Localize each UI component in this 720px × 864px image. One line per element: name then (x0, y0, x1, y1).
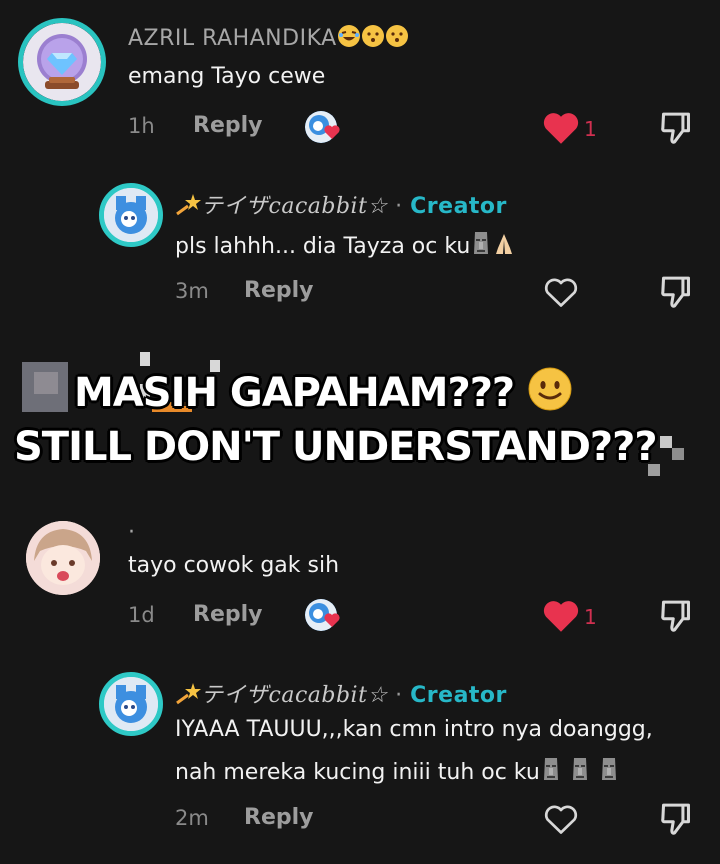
separator-dot: · (395, 194, 403, 219)
separator-dot: · (395, 683, 403, 708)
comment-text-body: nah mereka kucing iniii tuh oc ku (175, 760, 540, 785)
dislike-button[interactable] (659, 598, 693, 638)
dislike-icon (661, 803, 690, 835)
reply-button[interactable]: Reply (244, 805, 314, 830)
creator-badge: Creator (410, 683, 507, 708)
moai-emoji (470, 230, 492, 262)
like-button[interactable] (543, 803, 579, 839)
comment-time: 1h (128, 114, 155, 138)
shooting-star-emoji (175, 681, 201, 711)
comment-text: pls lahhh... dia Tayza oc ku (175, 230, 516, 262)
comment-username[interactable]: テイザcacabbit☆ · Creator (175, 677, 507, 711)
heart-icon (324, 124, 340, 143)
username-text: テイザcacabbit☆ (201, 194, 388, 219)
pixelated-censor (672, 448, 684, 460)
moai-emoji (540, 756, 562, 788)
moai-emoji (569, 756, 591, 788)
comment-text: tayo cowok gak sih (128, 553, 340, 578)
username-text: テイザcacabbit☆ (201, 683, 388, 708)
dislike-button[interactable] (659, 801, 693, 841)
comment-username[interactable]: テイザcacabbit☆ · Creator (175, 188, 507, 222)
creator-avatar-icon (104, 188, 158, 242)
pixelated-censor (140, 352, 150, 366)
pixelated-censor (34, 372, 58, 394)
comment-time: 3m (175, 279, 209, 303)
kissing-emoji (385, 24, 409, 54)
like-button[interactable] (543, 112, 579, 148)
like-count: 1 (584, 605, 597, 629)
shooting-star-emoji (175, 192, 201, 222)
comment-username[interactable]: AZRIL RAHANDIKA (128, 24, 409, 54)
praying-hands-emoji (492, 232, 516, 262)
creator-badge: Creator (410, 194, 507, 219)
comment-text: emang Tayo cewe (128, 64, 326, 89)
overlay-text: MASIH GAPAHAM??? (74, 370, 515, 416)
like-button[interactable] (543, 276, 579, 312)
anime-avatar-icon (26, 521, 100, 595)
reply-button[interactable]: Reply (193, 113, 263, 138)
comment-time: 2m (175, 806, 209, 830)
heart-outline-icon (544, 805, 578, 834)
avatar[interactable] (99, 672, 163, 736)
crystal-ball-avatar-icon (23, 23, 101, 101)
comment-username[interactable]: · (128, 520, 136, 545)
username-text: AZRIL RAHANDIKA (128, 26, 337, 51)
reply-button[interactable]: Reply (193, 602, 263, 627)
kissing-emoji (361, 24, 385, 54)
dislike-icon (661, 600, 690, 632)
dislike-icon (661, 276, 690, 308)
dislike-icon (661, 112, 690, 144)
laughing-emoji (337, 24, 361, 54)
avatar[interactable] (26, 521, 100, 595)
heart-icon (324, 612, 340, 631)
creator-avatar-icon (104, 677, 158, 731)
avatar[interactable] (18, 18, 106, 106)
like-count: 1 (584, 117, 597, 141)
heart-icon (543, 601, 579, 632)
comment-text: IYAAA TAUUU,,,kan cmn intro nya doanggg, (175, 717, 653, 742)
pixelated-censor (660, 436, 672, 448)
dislike-button[interactable] (659, 274, 693, 314)
comment-text: nah mereka kucing iniii tuh oc ku (175, 756, 620, 788)
heart-icon (543, 113, 579, 144)
overlay-caption-line1: MASIH GAPAHAM??? (74, 366, 573, 422)
comment-time: 1d (128, 603, 155, 627)
heart-outline-icon (544, 278, 578, 307)
dislike-button[interactable] (659, 110, 693, 150)
like-button[interactable] (543, 600, 579, 636)
avatar[interactable] (99, 183, 163, 247)
reply-button[interactable]: Reply (244, 278, 314, 303)
moai-emoji (598, 756, 620, 788)
slightly-smiling-emoji (527, 366, 573, 422)
comment-text-body: pls lahhh... dia Tayza oc ku (175, 234, 471, 259)
overlay-caption-line2: STILL DON'T UNDERSTAND??? (14, 424, 658, 470)
